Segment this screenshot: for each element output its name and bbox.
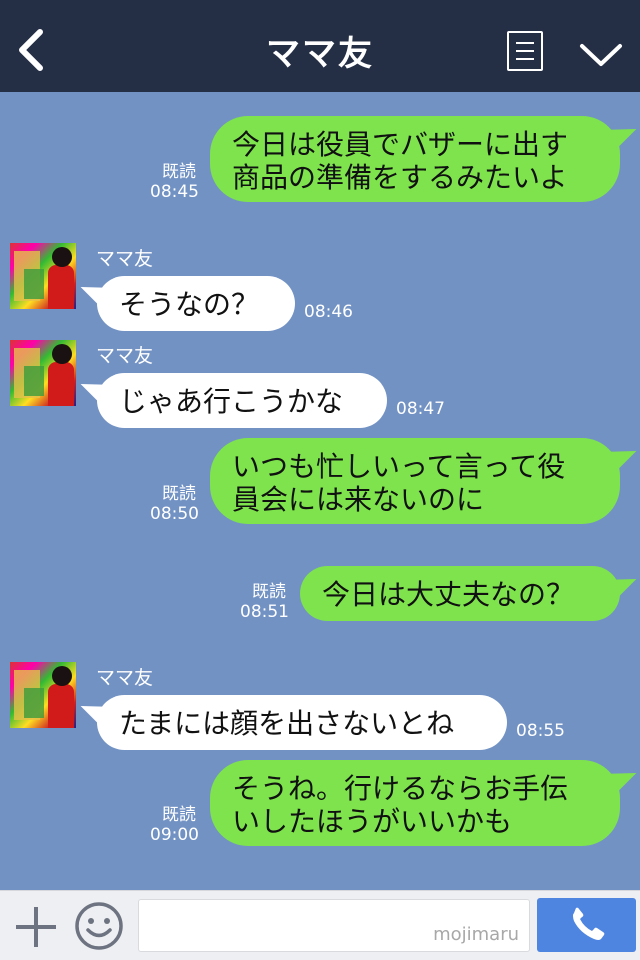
smiley-icon [75,902,123,950]
contact-avatar[interactable] [10,662,76,728]
message-time: 08:46 [304,302,353,322]
avatar-shape [48,362,74,406]
message-time: 09:00 [150,825,199,845]
message-meta: 既読 08:45 [150,162,199,202]
emoji-button[interactable] [74,901,124,951]
avatar-shape [24,688,44,718]
plus-icon-stroke [34,907,38,947]
header: ママ友 [0,0,640,92]
received-message-bubble[interactable]: たまには顔を出さないとね [97,695,507,750]
contact-avatar[interactable] [10,243,76,309]
watermark-text: mojimaru [433,924,519,945]
input-bar: mojimaru [0,890,640,960]
add-button[interactable] [14,905,58,949]
chat-title: ママ友 [266,34,374,74]
read-receipt: 既読 [162,162,196,182]
menu-line [516,50,534,52]
message-meta: 既読 09:00 [150,805,199,845]
collapse-button[interactable] [578,40,624,70]
message-time: 08:45 [150,182,199,202]
phone-icon [573,907,605,940]
avatar-shape [24,366,44,396]
contact-avatar[interactable] [10,340,76,406]
menu-line [516,58,534,60]
avatar-shape [48,684,74,728]
avatar-shape [52,247,72,267]
sender-name: ママ友 [96,345,154,367]
chat-area[interactable]: 既読 08:45 今日は役員でバザーに出す 商品の準備をするみたいよ ママ友 そ… [0,92,640,890]
avatar-shape [48,265,74,309]
read-receipt: 既読 [162,805,196,825]
avatar-shape [52,666,72,686]
sent-message-bubble[interactable]: 今日は役員でバザーに出す 商品の準備をするみたいよ [210,116,620,202]
message-time: 08:47 [396,399,445,419]
menu-list-icon [516,42,534,44]
read-receipt: 既読 [162,484,196,504]
sent-message-bubble[interactable]: 今日は大丈夫なの？ [300,566,620,621]
sender-name: ママ友 [96,248,154,270]
received-message-bubble[interactable]: そうなの？ [97,276,295,331]
sender-name: ママ友 [96,667,154,689]
avatar-shape [24,269,44,299]
sent-message-bubble[interactable]: いつも忙しいって言って役 員会には来ないのに [210,438,620,524]
menu-button[interactable] [507,31,543,71]
call-button[interactable] [537,898,636,952]
message-meta: 既読 08:51 [240,582,289,622]
avatar-shape [52,344,72,364]
message-time: 08:50 [150,504,199,524]
read-receipt: 既読 [252,582,286,602]
sent-message-bubble[interactable]: そうね。行けるならお手伝 いしたほうがいいかも [210,760,620,846]
message-time: 08:55 [516,721,565,741]
message-meta: 既読 08:50 [150,484,199,524]
message-time: 08:51 [240,602,289,622]
received-message-bubble[interactable]: じゃあ行こうかな [97,373,387,428]
chevron-down-icon [580,44,622,66]
message-input[interactable]: mojimaru [138,899,530,952]
